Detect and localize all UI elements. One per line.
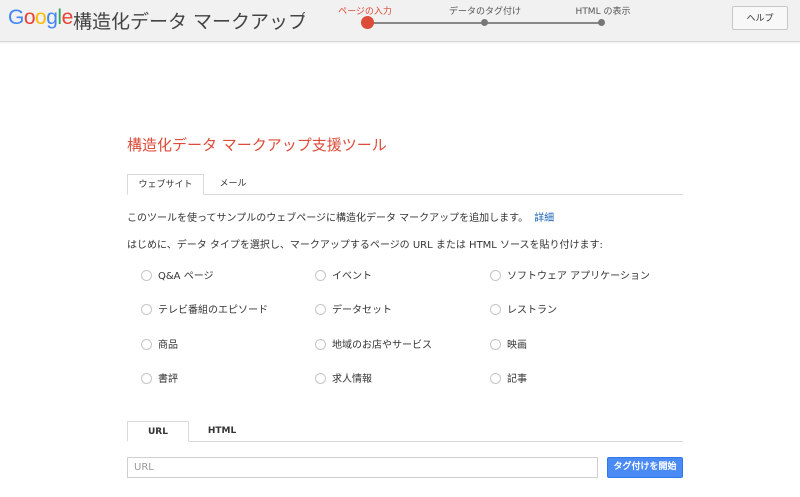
radio-label: 求人情報 [332,374,372,385]
radio-label: 商品 [158,340,178,351]
radio-circle[interactable] [315,269,326,281]
step-marker [481,19,488,26]
radio-tv-episode[interactable]: テレビ番組のエピソード [141,303,268,318]
help-button[interactable]: ヘルプ [732,6,788,30]
tab-email[interactable]: メール [213,174,253,194]
radio-label: レストラン [507,305,557,316]
radio-circle[interactable] [490,303,501,315]
radio-circle[interactable] [315,303,326,315]
radio-circle[interactable] [141,338,152,350]
intro-text-line: このツールを使ってサンプルのウェブページに構造化データ マークアップを追加します… [127,209,554,224]
step-label-html: HTML の表示 [575,7,631,17]
radio-label: 映画 [507,340,527,351]
radio-label: テレビ番組のエピソード [158,305,268,316]
step-label-tagging: データのタグ付け [448,7,522,17]
radio-circle[interactable] [141,303,152,315]
radio-circle[interactable] [490,372,501,384]
step-label-input: ページの入力 [338,7,392,17]
radio-job-posting[interactable]: 求人情報 [315,372,372,387]
radio-label: 書評 [158,374,178,385]
step-connector [485,22,602,24]
instruction-text: はじめに、データ タイプを選択し、マークアップするページの URL または HT… [127,240,603,251]
radio-circle[interactable] [315,338,326,350]
radio-dataset[interactable]: データセット [315,303,392,318]
radio-label: イベント [332,271,372,282]
radio-circle[interactable] [141,372,152,384]
radio-label: データセット [332,305,392,316]
radio-label: 地域のお店やサービス [332,340,432,351]
radio-circle[interactable] [490,338,501,350]
radio-label: Q&A ページ [158,271,214,282]
step-connector [368,22,485,24]
radio-circle[interactable] [490,269,501,281]
radio-article[interactable]: 記事 [490,372,527,387]
radio-circle[interactable] [141,269,152,281]
radio-restaurant[interactable]: レストラン [490,303,557,318]
radio-event[interactable]: イベント [315,269,372,284]
intro-text: このツールを使ってサンプルのウェブページに構造化データ マークアップを追加します… [127,213,529,224]
details-link[interactable]: 詳細 [534,213,554,224]
source-tabs: ウェブサイト メール [127,174,683,195]
radio-software-application[interactable]: ソフトウェア アプリケーション [490,269,650,284]
input-tabs: URL HTML [127,421,683,442]
radio-circle[interactable] [315,372,326,384]
radio-book-review[interactable]: 書評 [141,372,178,387]
top-bar: Google 構造化データ マークアップ支援ツール ページの入力 データのタグ付… [0,0,800,42]
radio-label: 記事 [507,374,527,385]
progress-steps: ページの入力 データのタグ付け HTML の表示 [0,0,800,41]
radio-movie[interactable]: 映画 [490,338,527,353]
radio-local-business[interactable]: 地域のお店やサービス [315,338,432,353]
radio-qa-page[interactable]: Q&A ページ [141,269,214,284]
step-marker-active [361,16,374,29]
url-input[interactable] [127,457,598,478]
tab-html[interactable]: HTML [199,421,245,441]
radio-label: ソフトウェア アプリケーション [507,271,650,282]
step-marker [598,19,605,26]
page-title: 構造化データ マークアップ支援ツール [127,136,387,154]
radio-product[interactable]: 商品 [141,338,178,353]
tab-website[interactable]: ウェブサイト [127,174,204,195]
start-tagging-button[interactable]: タグ付けを開始 [607,457,683,478]
tab-url[interactable]: URL [127,421,189,442]
